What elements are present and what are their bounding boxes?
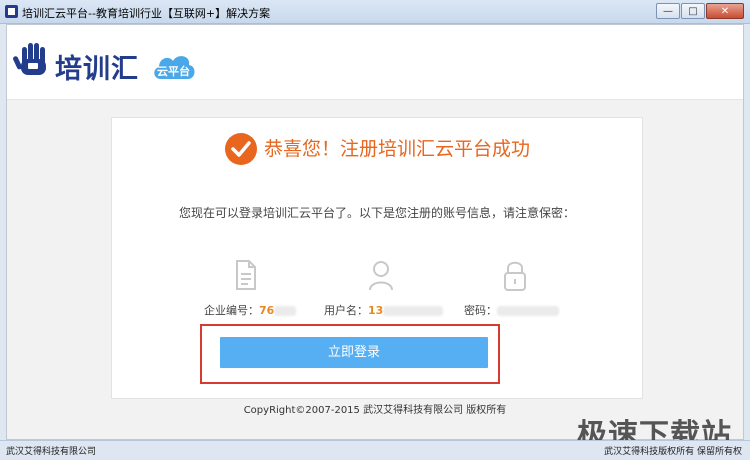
app-icon <box>5 5 18 18</box>
login-button[interactable]: 立即登录 <box>220 337 488 368</box>
app-header: 培训汇 云平台 <box>7 25 743 100</box>
window-titlebar: 培训汇云平台--教育培训行业【互联网+】解决方案 — □ ✕ <box>0 0 750 24</box>
username-field: 用户名：13 <box>324 302 444 318</box>
window-title: 培训汇云平台--教育培训行业【互联网+】解决方案 <box>22 7 271 20</box>
success-card: 恭喜您！注册培训汇云平台成功 您现在可以登录培训汇云平台了。以下是您注册的账号信… <box>111 117 643 399</box>
logo-text: 培训汇 <box>55 54 139 85</box>
success-title: 恭喜您！注册培训汇云平台成功 <box>264 138 531 160</box>
logo-badge-text: 云平台 <box>157 65 190 78</box>
window-controls: — □ ✕ <box>655 3 744 20</box>
close-button[interactable]: ✕ <box>706 3 744 19</box>
company-id-label: 企业编号： <box>204 304 259 317</box>
info-text: 您现在可以登录培训汇云平台了。以下是您注册的账号信息，请注意保密： <box>178 206 575 220</box>
document-icon <box>236 260 256 290</box>
username-value: 13 <box>368 304 384 317</box>
client-area: 培训汇 云平台 恭喜您！注册培训汇云平台成功 您现在可以登录培训汇云平台了。以下… <box>6 24 744 440</box>
company-id-value: 76 <box>259 304 275 317</box>
password-field: 密码： <box>464 302 559 318</box>
redacted-value <box>274 306 297 316</box>
user-icon <box>369 261 393 291</box>
hand-logo-icon <box>13 43 46 75</box>
company-id-field: 企业编号：76 <box>204 302 297 318</box>
status-bar: 武汉艾得科技有限公司 武汉艾得科技版权所有 保留所有权 <box>0 440 750 460</box>
redacted-value <box>497 306 559 316</box>
status-right-text: 武汉艾得科技版权所有 保留所有权 <box>604 447 742 457</box>
redacted-value <box>383 306 444 316</box>
username-label: 用户名： <box>324 304 368 317</box>
maximize-button[interactable]: □ <box>681 3 705 19</box>
lock-icon <box>504 261 526 291</box>
minimize-button[interactable]: — <box>656 3 680 19</box>
status-left-text: 武汉艾得科技有限公司 <box>6 447 97 457</box>
checkmark-icon <box>225 133 257 165</box>
password-label: 密码： <box>464 304 497 317</box>
